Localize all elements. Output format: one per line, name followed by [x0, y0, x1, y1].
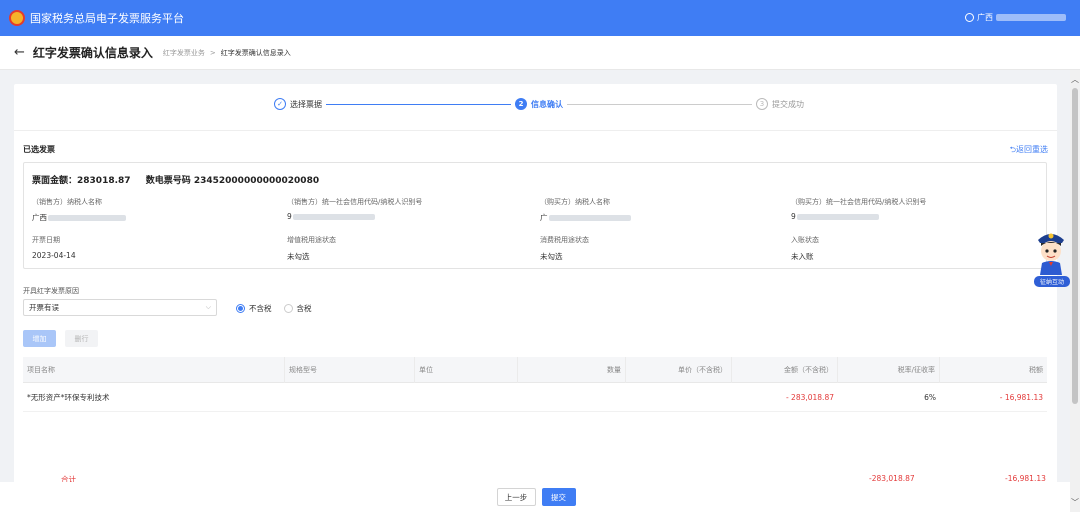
user-menu[interactable]: 广西 — [965, 12, 1066, 23]
invoice-header: 票面金额：283018.87 数电票号码 2345200000000002008… — [32, 173, 319, 186]
breadcrumb-current: 红字发票确认信息录入 — [220, 48, 291, 57]
radio-inclusive-tax[interactable] — [283, 304, 293, 313]
vat-use-status-label: 增值税用途状态 — [287, 236, 336, 244]
seller-taxid-label: （销售方）统一社会信用代码/纳税人识别号 — [287, 198, 423, 206]
radio-label[interactable]: 不含税 — [249, 303, 272, 314]
invoice-summary: 票面金额：283018.87 数电票号码 2345200000000002008… — [23, 162, 1047, 269]
assistant-mascot[interactable]: 征纳互动 — [1032, 226, 1070, 288]
user-icon — [965, 13, 974, 22]
column-header: 税率/征收率 — [838, 357, 940, 383]
tax-officer-mascot-icon — [1038, 233, 1064, 275]
chevron-up-icon[interactable]: ︿ — [1070, 74, 1080, 85]
step-select-invoice: ✓ 选择票据 — [274, 98, 322, 110]
tax-rate-cell[interactable]: 6% — [838, 384, 940, 412]
booking-status-value: 未入账 — [791, 252, 814, 261]
invoice-number-label: 数电票号码 — [145, 176, 191, 186]
booking-status-label: 入账状态 — [791, 236, 819, 244]
seller-taxid-value: 9 — [287, 212, 375, 221]
step-label: 提交成功 — [772, 99, 804, 109]
reason-label: 开具红字发票原因 — [23, 287, 79, 295]
column-header: 单价（不含税） — [626, 357, 732, 383]
page-title: 红字发票确认信息录入 — [32, 46, 153, 60]
user-name: 广西 — [977, 13, 993, 22]
add-row-button[interactable]: 增加 — [23, 330, 56, 347]
check-circle-icon: ✓ — [274, 98, 286, 110]
step-label: 选择票据 — [290, 99, 322, 109]
user-name-redacted — [996, 14, 1066, 21]
buyer-name-value: 广 — [540, 212, 631, 223]
chevron-down-icon[interactable]: ﹀ — [1070, 497, 1080, 508]
qty-cell[interactable] — [518, 384, 626, 412]
issue-date-label: 开票日期 — [32, 236, 60, 244]
step-submit-success: 3 提交成功 — [756, 98, 804, 110]
column-header: 规格型号 — [285, 357, 415, 383]
divider — [14, 130, 1057, 131]
footer-action-bar: 上一步 提交 — [0, 482, 1072, 512]
buyer-taxid-value: 9 — [791, 212, 879, 221]
tax-emblem-logo — [9, 10, 25, 26]
step-number-icon: 3 — [756, 98, 768, 110]
mascot-badge[interactable]: 征纳互动 — [1034, 276, 1070, 287]
column-header: 单位 — [415, 357, 518, 383]
scrollbar-thumb[interactable] — [1072, 88, 1078, 404]
amount-label: 票面金额： — [32, 176, 78, 186]
unit-cell[interactable] — [415, 384, 518, 412]
consumption-tax-status-label: 消费税用途状态 — [540, 236, 589, 244]
reselect-link[interactable]: ⮌返回重选 — [1010, 144, 1048, 158]
delete-row-button[interactable]: 删行 — [65, 330, 98, 347]
seller-name-value: 广西 — [32, 212, 126, 223]
buyer-name-label: （购买方）纳税人名称 — [540, 198, 610, 206]
invoice-number: 23452000000000020080 — [193, 176, 320, 186]
table-row[interactable]: *无形资产*环保专利技术 - 283,018.87 6% - 16,981.13 — [23, 384, 1047, 412]
reason-select[interactable]: 开票有误 ⌵ — [23, 299, 217, 316]
radio-label[interactable]: 含税 — [297, 303, 312, 314]
progress-steps: ✓ 选择票据 2 信息确认 3 提交成功 — [274, 96, 804, 112]
chevron-down-icon: ⌵ — [205, 303, 211, 311]
page-header: ← 红字发票确认信息录入 红字发票业务 > 红字发票确认信息录入 — [0, 36, 1080, 70]
tax-mode-radio-group: 不含税 含税 — [236, 303, 324, 314]
submit-button[interactable]: 提交 — [541, 488, 576, 506]
top-bar: 国家税务总局电子发票服务平台 广西 — [0, 0, 1080, 36]
selected-invoice-label: 已选发票 — [23, 145, 55, 154]
item-name-cell[interactable]: *无形资产*环保专利技术 — [23, 384, 285, 412]
seller-name-label: （销售方）纳税人名称 — [32, 198, 102, 206]
arrow-left-icon[interactable]: ← — [14, 45, 25, 60]
step-connector — [326, 103, 511, 105]
breadcrumb-separator: > — [209, 48, 216, 57]
app-title: 国家税务总局电子发票服务平台 — [30, 12, 184, 25]
consumption-tax-status-value: 未勾选 — [540, 252, 563, 261]
breadcrumb-item[interactable]: 红字发票业务 — [163, 48, 205, 58]
table-header: 项目名称 规格型号 单位 数量 单价（不含税） 金额（不含税） 税率/征收率 税… — [23, 357, 1047, 383]
vat-use-status-value: 未勾选 — [287, 252, 310, 261]
main-card: ✓ 选择票据 2 信息确认 3 提交成功 已选发票 ⮌返回重选 票面金额：283… — [14, 84, 1057, 512]
radio-exclusive-tax[interactable] — [236, 304, 245, 313]
tax-amount-cell[interactable]: - 16,981.13 — [940, 384, 1047, 412]
column-header: 金额（不含税） — [732, 357, 838, 383]
step-confirm-info: 2 信息确认 — [515, 98, 563, 110]
issue-date-value: 2023-04-14 — [32, 251, 76, 260]
reason-value: 开票有误 — [29, 303, 59, 312]
buyer-taxid-label: （购买方）统一社会信用代码/纳税人识别号 — [791, 198, 927, 206]
column-header: 项目名称 — [23, 357, 285, 383]
step-number-icon: 2 — [515, 98, 527, 110]
previous-step-button[interactable]: 上一步 — [496, 488, 536, 506]
page-scrollbar[interactable]: ︿ ﹀ — [1070, 70, 1080, 512]
column-header: 税额 — [1029, 366, 1043, 374]
price-cell[interactable] — [626, 384, 732, 412]
amount-cell[interactable]: - 283,018.87 — [732, 384, 838, 412]
step-label: 信息确认 — [531, 99, 563, 109]
column-header: 数量 — [518, 357, 626, 383]
step-connector — [567, 103, 752, 105]
invoice-amount: 283018.87 — [77, 176, 131, 186]
spec-cell[interactable] — [285, 384, 415, 412]
